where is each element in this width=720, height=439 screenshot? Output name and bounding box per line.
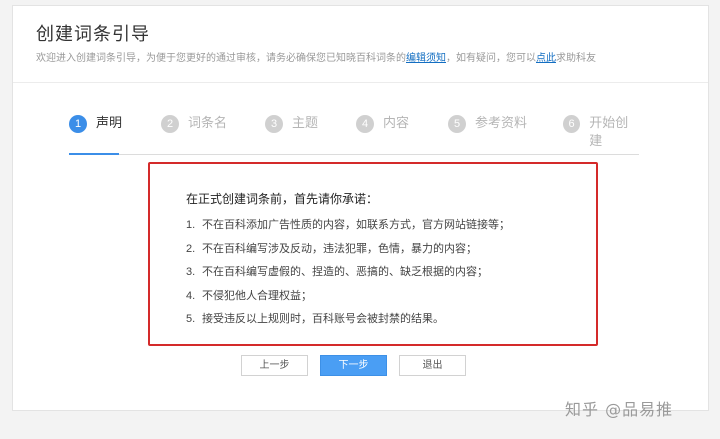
step-number: 4 xyxy=(356,115,374,133)
list-item: 3. 不在百科编写虚假的、捏造的、恶搞的、缺乏根据的内容； xyxy=(186,260,510,284)
item-index: 4. xyxy=(186,289,196,302)
declaration-title: 在正式创建词条前，首先请你承诺： xyxy=(186,192,379,206)
step-declaration: 1 声明 xyxy=(69,115,122,155)
step-topic: 3 主题 xyxy=(265,115,318,155)
zhihu-watermark: 知乎 @品易推 xyxy=(565,400,674,419)
step-label: 参考资料 xyxy=(475,116,528,131)
step-label: 词条名 xyxy=(188,116,228,131)
step-number: 3 xyxy=(265,115,283,133)
intro-middle: ，如有疑问，您可以 xyxy=(446,53,536,64)
item-index: 5. xyxy=(186,313,196,325)
exit-button[interactable]: 退出 xyxy=(399,355,466,376)
step-label: 声明 xyxy=(96,116,123,131)
item-text: 不在百科编写虚假的、捏造的、恶搞的、缺乏根据的内容； xyxy=(202,265,488,278)
item-index: 1. xyxy=(186,219,196,231)
item-index: 2. xyxy=(186,242,196,255)
item-text: 不侵犯他人合理权益； xyxy=(202,288,312,302)
step-number: 6 xyxy=(563,115,581,133)
next-step-button[interactable]: 下一步 xyxy=(320,355,387,376)
declaration-list: 1. 不在百科添加广告性质的内容，如联系方式，官方网站链接等； 2. 不在百科编写涉… xyxy=(186,213,510,331)
list-item: 2. 不在百科编写涉及反动，违法犯罪，色情，暴力的内容； xyxy=(186,237,510,261)
list-item: 5. 接受违反以上规则时，百科账号会被封禁的结果。 xyxy=(186,307,510,331)
item-index: 3. xyxy=(186,266,196,278)
step-content: 4 内容 xyxy=(356,115,409,155)
page-title: 创建词条引导 xyxy=(36,24,150,45)
prev-step-button[interactable]: 上一步 xyxy=(241,355,308,376)
step-progress: 1 声明 2 词条名 3 主题 4 内容 5 参考资料 6 开始创建 xyxy=(69,115,639,155)
help-link[interactable]: 点此 xyxy=(536,53,556,64)
step-label: 主题 xyxy=(292,116,319,131)
intro-before: 欢迎进入创建词条引导，为便于您更好的通过审核，请务必确保您已知晓百科词条的 xyxy=(36,53,406,64)
intro-after: 求助科友 xyxy=(556,53,596,64)
step-number: 5 xyxy=(448,115,466,133)
item-text: 接受违反以上规则时，百科账号会被封禁的结果。 xyxy=(202,312,444,325)
step-entry-name: 2 词条名 xyxy=(161,115,227,155)
step-references: 5 参考资料 xyxy=(448,115,527,155)
step-start-creating: 6 开始创建 xyxy=(563,115,639,155)
step-number: 2 xyxy=(161,115,179,133)
intro-text: 欢迎进入创建词条引导，为便于您更好的通过审核，请务必确保您已知晓百科词条的编辑须… xyxy=(36,49,698,64)
item-text: 不在百科编写涉及反动，违法犯罪，色情，暴力的内容； xyxy=(202,241,477,255)
step-label: 内容 xyxy=(383,116,410,131)
list-item: 4. 不侵犯他人合理权益； xyxy=(186,284,510,308)
declaration-box: 在正式创建词条前，首先请你承诺： 1. 不在百科添加广告性质的内容，如联系方式，官… xyxy=(148,162,598,346)
list-item: 1. 不在百科添加广告性质的内容，如联系方式，官方网站链接等； xyxy=(186,213,510,237)
edit-guidelines-link[interactable]: 编辑须知 xyxy=(406,53,446,64)
step-label: 开始创建 xyxy=(589,116,629,149)
header-divider xyxy=(13,82,708,83)
guide-panel: 创建词条引导 欢迎进入创建词条引导，为便于您更好的通过审核，请务必确保您已知晓百… xyxy=(12,5,709,411)
step-number: 1 xyxy=(69,115,87,133)
item-text: 不在百科添加广告性质的内容，如联系方式，官方网站链接等； xyxy=(202,218,510,231)
